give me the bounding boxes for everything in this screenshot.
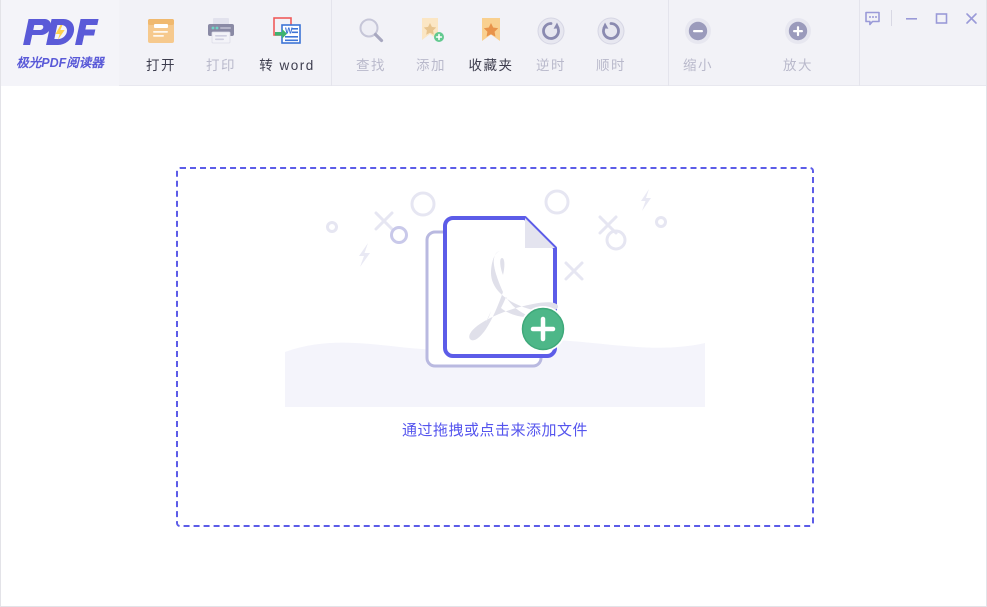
toolbar-item-zoom-out-label: 缩小: [683, 58, 713, 73]
toolbar-item-print[interactable]: 打印: [191, 0, 251, 86]
toolbar-item-zoom-in-label: 放大: [783, 58, 813, 73]
rotate-ccw-icon: [534, 14, 568, 48]
dropzone-hint-text: 通过拖拽或点击来添加文件: [401, 422, 588, 439]
plus-circle-icon: [781, 14, 815, 48]
app-logo-subtitle: 极光PDF阅读器: [16, 56, 104, 70]
toolbar-group-zoom: 缩小 放大: [659, 0, 837, 86]
add-bookmark-icon: [414, 14, 448, 48]
toolbar-item-add[interactable]: 添加: [401, 0, 461, 86]
content-area: 通过拖拽或点击来添加文件: [1, 86, 986, 605]
main-toolbar: 极光PDF阅读器 打开 打印 W 转 word 查找 添加 收藏夹 逆时 顺时 …: [1, 0, 986, 86]
toolbar-group-view: 查找 添加 收藏夹 逆时 顺时: [341, 0, 641, 86]
pdf-document-add-illustration: [275, 177, 715, 407]
maximize-button[interactable]: [926, 3, 956, 33]
toolbar-item-open[interactable]: 打开: [131, 0, 191, 86]
toolbar-item-to-word-label: 转 word: [259, 58, 315, 73]
rotate-cw-icon: [594, 14, 628, 48]
feedback-icon[interactable]: [857, 3, 887, 33]
file-dropzone[interactable]: 通过拖拽或点击来添加文件: [176, 167, 814, 527]
convert-to-word-icon: W: [270, 14, 304, 48]
toolbar-item-zoom-out[interactable]: 缩小: [659, 0, 737, 86]
toolbar-item-rotate-ccw-label: 逆时: [536, 58, 566, 73]
minus-circle-icon: [681, 14, 715, 48]
toolbar-divider-2: [668, 0, 669, 86]
toolbar-item-rotate-ccw[interactable]: 逆时: [521, 0, 581, 86]
toolbar-item-add-label: 添加: [416, 58, 446, 73]
pdf-reader-window: 极光PDF阅读器 打开 打印 W 转 word 查找 添加 收藏夹 逆时 顺时 …: [0, 0, 987, 607]
close-button[interactable]: [956, 3, 986, 33]
open-document-icon: [144, 14, 178, 48]
window-controls: [857, 0, 986, 36]
magnifier-icon: [354, 14, 388, 48]
toolbar-item-rotate-cw-label: 顺时: [596, 58, 626, 73]
minimize-button[interactable]: [896, 3, 926, 33]
toolbar-item-zoom-in[interactable]: 放大: [759, 0, 837, 86]
toolbar-divider-1: [331, 0, 332, 86]
toolbar-group-file: 打开 打印 W 转 word: [131, 0, 323, 86]
printer-icon: [204, 14, 238, 48]
app-logo[interactable]: 极光PDF阅读器: [1, 0, 119, 86]
pdf-logo-icon: [17, 17, 103, 47]
toolbar-item-rotate-cw[interactable]: 顺时: [581, 0, 641, 86]
bookmark-star-icon: [474, 14, 508, 48]
toolbar-item-favorites[interactable]: 收藏夹: [461, 0, 521, 86]
toolbar-item-print-label: 打印: [206, 58, 236, 73]
toolbar-item-to-word[interactable]: W 转 word: [251, 0, 323, 86]
window-controls-divider: [891, 10, 892, 26]
toolbar-item-open-label: 打开: [146, 58, 176, 73]
toolbar-item-search[interactable]: 查找: [341, 0, 401, 86]
toolbar-item-search-label: 查找: [356, 58, 386, 73]
toolbar-item-favorites-label: 收藏夹: [468, 58, 514, 73]
